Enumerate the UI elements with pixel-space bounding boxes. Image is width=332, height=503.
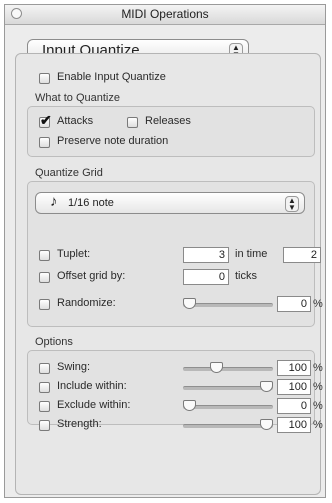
attacks-checkbox[interactable]: ✔ [39,113,52,128]
strength-checkbox[interactable] [39,420,50,431]
releases-checkbox[interactable] [127,117,138,128]
tuplet-checkbox[interactable] [39,250,50,261]
offset-grid-field[interactable]: 0 [183,269,229,285]
attacks-label: Attacks [57,115,94,127]
exclude-within-slider-track[interactable] [183,405,273,409]
include-within-field[interactable]: 100 [277,379,311,395]
randomize-field[interactable]: 0 [277,296,311,312]
window-title: MIDI Operations [121,7,209,21]
releases-label: Releases [145,115,191,127]
strength-label: Strength: [57,418,102,430]
preserve-note-duration-label: Preserve note duration [57,135,169,147]
strength-unit: % [313,419,323,431]
randomize-label: Randomize: [57,297,116,309]
enable-input-quantize-label: Enable Input Quantize [57,71,166,83]
eighth-note-icon: ♪ [50,193,58,210]
preserve-note-duration-checkbox[interactable] [39,137,50,148]
grid-resolution-label: 1/16 note [68,197,114,209]
randomize-slider-track[interactable] [183,303,273,307]
popup-arrows-icon: ▲▼ [285,196,299,212]
enable-input-quantize-checkbox[interactable] [39,73,50,84]
randomize-unit: % [313,298,323,310]
swing-checkbox[interactable] [39,363,50,374]
in-time-label: in time [235,248,268,260]
include-within-checkbox[interactable] [39,382,50,393]
randomize-checkbox[interactable] [39,299,50,310]
midi-operations-window: MIDI Operations Input Quantize ▲▼ Enable… [4,4,326,498]
what-to-quantize-heading: What to Quantize [35,92,120,104]
quantize-grid-heading: Quantize Grid [35,167,103,179]
offset-grid-label: Offset grid by: [57,270,126,282]
exclude-within-checkbox[interactable] [39,401,50,412]
swing-slider-track[interactable] [183,367,273,371]
tuplet-field[interactable]: 3 [183,247,229,263]
exclude-within-field[interactable]: 0 [277,398,311,414]
exclude-within-unit: % [313,400,323,412]
tuplet-label: Tuplet: [57,248,91,260]
include-within-label: Include within: [57,380,127,392]
strength-field[interactable]: 100 [277,417,311,433]
include-within-unit: % [313,381,323,393]
grid-resolution-popup[interactable]: ♪ 1/16 note ▲ ▼ [35,192,305,214]
offset-grid-checkbox[interactable] [39,272,50,283]
checkmark-icon: ✔ [40,112,52,128]
swing-label: Swing: [57,361,91,373]
exclude-within-label: Exclude within: [57,399,131,411]
options-heading: Options [35,336,73,348]
what-to-quantize-group [27,106,315,157]
swing-unit: % [313,362,323,374]
swing-field[interactable]: 100 [277,360,311,376]
title-bar[interactable]: MIDI Operations [5,5,325,25]
in-time-field[interactable]: 2 [283,247,321,263]
ticks-label: ticks [235,270,257,282]
